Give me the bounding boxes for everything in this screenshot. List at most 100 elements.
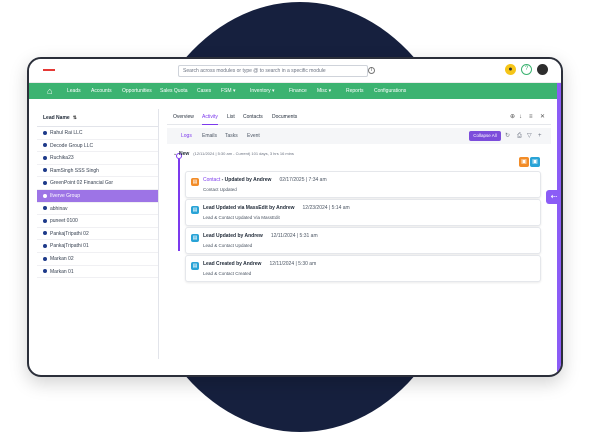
- subtab-emails[interactable]: Emails: [202, 133, 217, 140]
- print-icon[interactable]: ⎙: [517, 132, 522, 140]
- lead-dot-icon: [43, 155, 47, 160]
- contact-badge-icon[interactable]: ▣: [519, 157, 529, 167]
- lead-name-header: Lead Name: [43, 115, 70, 121]
- lead-name: RamSingh SSS Singh: [50, 167, 99, 174]
- nav-fsm[interactable]: FSM ▾: [221, 87, 235, 95]
- tab-documents[interactable]: Documents: [272, 113, 297, 121]
- activity-card[interactable]: ▤ Lead Updated by Andrew 12/11/2024 | 5:31…: [185, 227, 541, 254]
- top-bar: Search across modules or type @ to searc…: [29, 59, 561, 83]
- add-icon[interactable]: +: [538, 132, 542, 140]
- detail-tabs: Overview Activity List Contacts Document…: [167, 109, 551, 125]
- nav-reports[interactable]: Reports: [346, 87, 364, 95]
- nav-misc[interactable]: Misc ▾: [317, 87, 331, 95]
- avatar[interactable]: [537, 64, 548, 75]
- lead-dot-icon: [43, 218, 47, 223]
- lead-dot-icon: [43, 193, 47, 198]
- app-logo[interactable]: [43, 69, 55, 71]
- lead-list-item[interactable]: Ruchika23: [37, 152, 158, 165]
- lead-list-header[interactable]: Lead Name ⇅: [37, 109, 158, 127]
- collapse-all-button[interactable]: Collapse All: [469, 131, 501, 141]
- tab-activity[interactable]: Activity: [202, 113, 218, 125]
- tab-contacts[interactable]: Contacts: [243, 113, 263, 121]
- lead-list-item[interactable]: RamSingh SSS Singh: [37, 165, 158, 178]
- lead-dot-icon: [43, 143, 47, 148]
- nav-cases[interactable]: Cases: [197, 87, 211, 95]
- global-search-input[interactable]: Search across modules or type @ to searc…: [178, 65, 368, 77]
- nav-finance[interactable]: Finance: [289, 87, 307, 95]
- lead-list-item[interactable]: Markan 02: [37, 253, 158, 266]
- nav-leads[interactable]: Leads: [67, 87, 81, 95]
- lead-name: Rahul Rai LLC: [50, 130, 83, 136]
- lead-name: PankajTripathi 01: [50, 243, 89, 250]
- subtab-tasks[interactable]: Tasks: [225, 133, 238, 140]
- activity-title: Lead Created by Andrew 12/11/2024 | 5:30 …: [203, 261, 316, 268]
- nav-accounts[interactable]: Accounts: [91, 87, 112, 95]
- nav-configurations[interactable]: Configurations: [374, 87, 406, 95]
- lead-list-item[interactable]: GreenPoint 02 Financial Gsr: [37, 177, 158, 190]
- lead-list-item[interactable]: Decode Group LLC: [37, 140, 158, 153]
- stage: Search across modules or type @ to searc…: [0, 0, 592, 434]
- help-icon[interactable]: ?: [521, 64, 532, 75]
- lead-dot-icon: [43, 130, 47, 135]
- lead-badge-icon[interactable]: ▣: [530, 157, 540, 167]
- lead-list-item[interactable]: Rahul Rai LLC: [37, 127, 158, 140]
- lead-list-item[interactable]: puneet 0100: [37, 215, 158, 228]
- activity-timestamp: 12/11/2024 | 5:30 am: [269, 261, 317, 267]
- activity-type-icon: ▤: [191, 178, 199, 186]
- lead-name: GreenPoint 02 Financial Gsr: [50, 180, 114, 187]
- activity-detail: Lead & Contact Updated Via MassEdit: [203, 215, 280, 220]
- lead-list-item[interactable]: Markan 01: [37, 266, 158, 279]
- lead-name: abhinav: [50, 205, 68, 212]
- lead-dot-icon: [43, 168, 47, 173]
- nav-opportunities[interactable]: Opportunities: [122, 87, 152, 95]
- download-icon[interactable]: ↓: [519, 113, 522, 121]
- tab-overview[interactable]: Overview: [173, 113, 194, 121]
- lead-list-item[interactable]: Ilverve Group: [37, 189, 158, 203]
- activity-link[interactable]: Contact: [203, 177, 220, 183]
- lead-dot-icon: [43, 181, 47, 186]
- activity-timestamp: 12/23/2024 | 5:14 am: [302, 205, 350, 211]
- info-icon[interactable]: i: [368, 67, 375, 74]
- activity-timestamp: 12/11/2024 | 5:31 am: [270, 233, 318, 239]
- lead-detail: Overview Activity List Contacts Document…: [167, 109, 551, 359]
- activity-card[interactable]: ▤ Lead Updated via MassEdit by Andrew 12/2…: [185, 199, 541, 226]
- menu-icon[interactable]: ≡: [529, 113, 533, 121]
- activity-title-text: Lead Updated via MassEdit by Andrew: [203, 205, 295, 211]
- subtab-logs[interactable]: Logs: [181, 133, 192, 140]
- nav-sales-quota[interactable]: Sales Quota: [160, 87, 188, 95]
- activity-group[interactable]: New (12/11/2024 | 5:30 am - Current) 101 …: [179, 150, 294, 158]
- lead-list-item[interactable]: PankajTripathi 01: [37, 240, 158, 253]
- lead-name: Ilverve Group: [50, 192, 81, 199]
- activity-title: Lead Updated by Andrew 12/11/2024 | 5:31 …: [203, 233, 318, 240]
- sort-icon[interactable]: ⇅: [73, 115, 77, 121]
- close-icon[interactable]: ✕: [540, 113, 545, 121]
- device-frame: Search across modules or type @ to searc…: [27, 57, 563, 377]
- filter-icon[interactable]: ▽: [527, 132, 532, 140]
- activity-title-text: Lead Updated by Andrew: [203, 233, 263, 239]
- activity-card[interactable]: ▤ Lead Created by Andrew 12/11/2024 | 5:30…: [185, 255, 541, 282]
- activity-title-text: - Updated by Andrew: [220, 177, 272, 183]
- activity-subtabs: Logs Emails Tasks Event Collapse All ↻ ⎙…: [167, 128, 551, 144]
- activity-title-text: Lead Created by Andrew: [203, 261, 262, 267]
- main-nav: ⌂ Leads Accounts Opportunities Sales Quo…: [29, 83, 561, 99]
- add-circle-icon[interactable]: ⊕: [510, 113, 515, 121]
- lead-dot-icon: [43, 256, 47, 261]
- activity-title: Contact - Updated by Andrew 02/17/2025 | …: [203, 177, 327, 184]
- activity-type-icon: ▤: [191, 234, 199, 242]
- tab-list[interactable]: List: [227, 113, 235, 121]
- lead-list-item[interactable]: PankajTripathi 02: [37, 228, 158, 241]
- nav-inventory[interactable]: Inventory ▾: [250, 87, 274, 95]
- refresh-icon[interactable]: ↻: [505, 132, 510, 140]
- expand-panel-icon[interactable]: ⇠: [546, 190, 561, 204]
- lead-name: Markan 01: [50, 268, 74, 275]
- subtab-event[interactable]: Event: [247, 133, 260, 140]
- activity-card[interactable]: ▤ Contact - Updated by Andrew 02/17/2025 |…: [185, 171, 541, 198]
- lead-dot-icon: [43, 231, 47, 236]
- lead-name: Ruchika23: [50, 155, 74, 162]
- lead-name: Markan 02: [50, 255, 74, 262]
- lead-dot-icon: [43, 269, 47, 274]
- notification-icon[interactable]: ●: [505, 64, 516, 75]
- lead-list-item[interactable]: abhinav: [37, 203, 158, 216]
- lead-dot-icon: [43, 206, 47, 211]
- home-icon[interactable]: ⌂: [47, 86, 52, 96]
